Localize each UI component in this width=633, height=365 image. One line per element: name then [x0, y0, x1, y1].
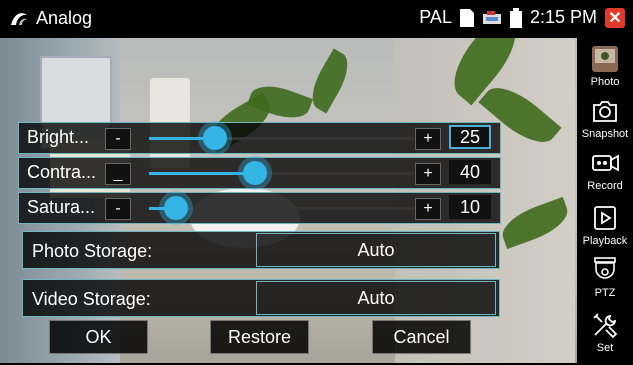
saturation-slider[interactable]	[149, 196, 414, 220]
water-wave-icon	[11, 13, 27, 25]
side-label-snapshot: Snapshot	[581, 128, 629, 140]
brightness-label: Bright...	[27, 127, 90, 147]
close-icon[interactable]: ✕	[605, 7, 625, 28]
saturation-row: Satura... - + 10	[18, 192, 501, 224]
side-item-record[interactable]: Record	[577, 148, 633, 203]
saturation-increase-button[interactable]: +	[415, 198, 441, 220]
side-label-playback: Playback	[582, 235, 628, 247]
contrast-slider[interactable]	[149, 161, 414, 185]
cancel-button[interactable]: Cancel	[372, 320, 471, 354]
photo-thumbnail-icon	[592, 46, 618, 72]
battery-icon	[509, 7, 522, 28]
contrast-row: Contra... _ + 40	[18, 157, 501, 189]
video-camera-icon	[592, 154, 619, 172]
side-item-photo[interactable]: Photo	[577, 44, 633, 99]
brightness-row: Bright... - + 25	[18, 122, 501, 154]
brightness-decrease-button[interactable]: -	[105, 128, 131, 150]
brightness-value[interactable]: 25	[449, 125, 491, 149]
video-storage-select[interactable]: Auto	[256, 281, 496, 315]
brightness-slider[interactable]	[149, 126, 414, 150]
contrast-slider-knob[interactable]	[243, 161, 267, 185]
video-standard: PAL	[419, 7, 452, 27]
side-label-ptz: PTZ	[594, 287, 616, 299]
video-storage-label: Video Storage:	[32, 289, 151, 309]
side-menu: Photo Snapshot Record Playback PTZ Set	[577, 38, 633, 363]
side-item-playback[interactable]: Playback	[577, 203, 633, 258]
play-icon	[594, 206, 616, 230]
side-label-photo: Photo	[590, 76, 620, 88]
side-item-ptz[interactable]: PTZ	[577, 255, 633, 310]
contrast-increase-button[interactable]: +	[415, 163, 441, 185]
photo-storage-row: Photo Storage: Auto	[22, 231, 500, 269]
camera-icon	[593, 101, 617, 122]
photo-storage-select[interactable]: Auto	[256, 233, 496, 267]
sd-card-icon	[459, 8, 474, 27]
network-card-icon	[482, 10, 501, 24]
tools-icon	[593, 313, 618, 339]
status-indicators: PAL 2:15 PM ✕	[419, 7, 625, 28]
plant-leaf	[303, 48, 357, 114]
video-storage-row: Video Storage: Auto	[22, 279, 500, 317]
app-title: Analog	[36, 8, 93, 28]
dome-camera-icon	[594, 257, 616, 279]
saturation-label: Satura...	[27, 197, 96, 217]
contrast-fill	[149, 172, 255, 175]
saturation-value[interactable]: 10	[449, 195, 491, 219]
contrast-decrease-button[interactable]: _	[105, 163, 131, 185]
side-item-set[interactable]: Set	[577, 310, 633, 365]
contrast-value[interactable]: 40	[449, 160, 491, 184]
side-item-snapshot[interactable]: Snapshot	[577, 96, 633, 151]
saturation-slider-knob[interactable]	[163, 196, 188, 220]
restore-button[interactable]: Restore	[210, 320, 309, 354]
brightness-increase-button[interactable]: +	[415, 128, 441, 150]
ok-button[interactable]: OK	[49, 320, 148, 354]
contrast-label: Contra...	[27, 162, 97, 182]
saturation-decrease-button[interactable]: -	[105, 198, 131, 220]
photo-storage-label: Photo Storage:	[32, 241, 153, 261]
brightness-slider-knob[interactable]	[203, 126, 228, 150]
clock: 2:15 PM	[529, 7, 597, 27]
side-label-record: Record	[587, 180, 623, 192]
status-bar: Analog PAL 2:15 PM ✕	[0, 0, 633, 38]
side-label-set: Set	[596, 342, 614, 354]
